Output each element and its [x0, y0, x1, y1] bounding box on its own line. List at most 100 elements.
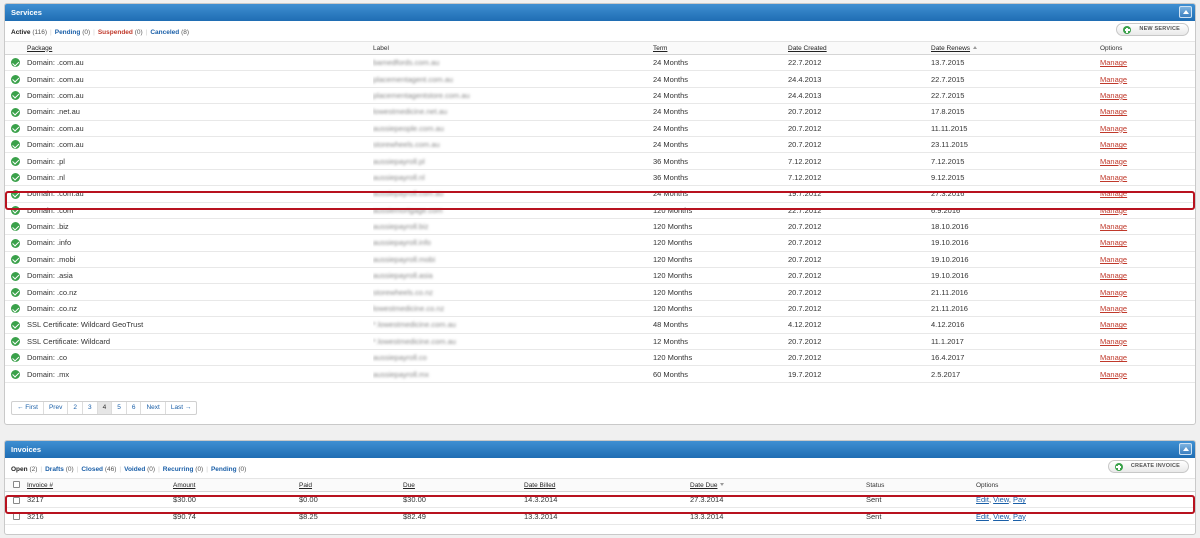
plus-icon — [1123, 26, 1132, 34]
column-date-due[interactable]: Date Due — [690, 478, 866, 492]
filter-open[interactable]: Open (2) — [11, 466, 37, 473]
manage-link[interactable]: Manage — [1100, 238, 1127, 247]
manage-link[interactable]: Manage — [1100, 288, 1127, 297]
service-row[interactable]: SSL Certificate: Wildcard GeoTrust *.lowe… — [5, 316, 1195, 334]
manage-link[interactable]: Manage — [1100, 58, 1127, 67]
page-link[interactable]: ← First — [12, 402, 44, 414]
services-table: Package Label Term Date Created Date Ren… — [5, 41, 1195, 383]
invoices-collapse-icon[interactable] — [1179, 443, 1192, 455]
manage-link[interactable]: Manage — [1100, 173, 1127, 182]
service-row[interactable]: Domain: .com.au storewheels.com.au 24 Mont… — [5, 136, 1195, 154]
page-link[interactable]: Next — [141, 402, 166, 414]
manage-link[interactable]: Manage — [1100, 189, 1127, 198]
column-date-created[interactable]: Date Created — [788, 41, 931, 55]
manage-link[interactable]: Manage — [1100, 157, 1127, 166]
row-checkbox[interactable] — [5, 491, 27, 509]
new-service-button[interactable]: NEW SERVICE — [1116, 23, 1189, 36]
view-link[interactable]: View — [993, 495, 1009, 504]
column-package[interactable]: Package — [27, 41, 373, 55]
row-checkbox[interactable] — [5, 507, 27, 525]
manage-link[interactable]: Manage — [1100, 370, 1127, 379]
service-row[interactable]: Domain: .info aussiepayroll.info 120 Month… — [5, 234, 1195, 252]
services-collapse-icon[interactable] — [1179, 6, 1192, 18]
page-link[interactable]: Prev — [44, 402, 69, 414]
column-invoice-number[interactable]: Invoice # — [27, 478, 173, 492]
service-row[interactable]: Domain: .co aussiepayroll.co 120 Months 20.… — [5, 349, 1195, 367]
manage-link[interactable]: Manage — [1100, 337, 1127, 346]
select-all-checkbox[interactable] — [5, 478, 27, 492]
sort-descending-icon — [720, 483, 725, 487]
filter-active[interactable]: Active (116) — [11, 29, 47, 36]
invoice-row[interactable]: 3216 $90.74 $8.25 $82.49 13.3.2014 13.3.2014 S… — [5, 507, 1195, 525]
service-row[interactable]: Domain: .pl aussiepayroll.pl 36 Months 7.12… — [5, 152, 1195, 170]
service-row[interactable]: Domain: .com.au aussiepeople.com.au 24 Mon… — [5, 120, 1195, 137]
manage-link[interactable]: Manage — [1100, 91, 1127, 100]
column-date-billed[interactable]: Date Billed — [524, 478, 690, 492]
manage-link[interactable]: Manage — [1100, 124, 1127, 133]
filter-separator: | — [76, 466, 79, 473]
manage-link[interactable]: Manage — [1100, 320, 1127, 329]
service-row[interactable]: Domain: .com.au bamedfords.com.au 24 Month… — [5, 54, 1195, 72]
invoices-panel: Invoices Open (2) | Drafts (0) | Closed (46)… — [4, 440, 1196, 535]
pay-link[interactable]: Pay — [1013, 512, 1026, 521]
column-paid[interactable]: Paid — [299, 478, 403, 492]
edit-link[interactable]: Edit — [976, 512, 989, 521]
create-invoice-button[interactable]: CREATE INVOICE — [1107, 460, 1189, 473]
service-date-created: 19.7.2012 — [788, 185, 931, 203]
page-link[interactable]: 6 — [127, 402, 142, 414]
page-link[interactable]: 3 — [83, 402, 98, 414]
manage-link[interactable]: Manage — [1100, 107, 1127, 116]
page-link[interactable]: 2 — [68, 402, 83, 414]
manage-link[interactable]: Manage — [1100, 304, 1127, 313]
service-row[interactable]: Domain: .co.nz lowestmedicine.co.nz 120 Mo… — [5, 300, 1195, 318]
column-term[interactable]: Term — [653, 41, 788, 55]
service-row[interactable]: SSL Certificate: Wildcard *.lowestmedicin… — [5, 333, 1195, 351]
manage-link[interactable]: Manage — [1100, 206, 1127, 215]
filter-separator: | — [40, 466, 43, 473]
page-link[interactable]: 4 — [97, 402, 113, 414]
filter-canceled[interactable]: Canceled (8) — [150, 29, 189, 36]
filter-pending[interactable]: Pending (0) — [55, 29, 90, 36]
manage-link[interactable]: Manage — [1100, 222, 1127, 231]
service-row[interactable]: Domain: .biz aussiepayroll.biz 120 Months 2… — [5, 218, 1195, 236]
service-row[interactable]: Domain: .co.nz storewheels.co.nz 120 Month… — [5, 283, 1195, 301]
view-link[interactable]: View — [993, 512, 1009, 521]
filter-suspended[interactable]: Suspended (0) — [98, 29, 143, 36]
service-date-renews: 16.4.2017 — [931, 349, 1100, 367]
manage-link[interactable]: Manage — [1100, 353, 1127, 362]
filter-drafts[interactable]: Drafts (0) — [45, 466, 74, 473]
manage-link[interactable]: Manage — [1100, 255, 1127, 264]
manage-link[interactable]: Manage — [1100, 75, 1127, 84]
service-row[interactable]: Domain: .com.au aussiepayroll.com.au 24 Mo… — [5, 185, 1195, 203]
column-date-renews[interactable]: Date Renews — [931, 41, 1100, 55]
edit-link[interactable]: Edit — [976, 495, 989, 504]
service-row[interactable]: Domain: .nl aussiepayroll.nl 36 Months 7.12… — [5, 169, 1195, 187]
column-due[interactable]: Due — [403, 478, 524, 492]
service-row[interactable]: Domain: .net.au lowestmedicine.net.au 24 M… — [5, 103, 1195, 121]
column-amount[interactable]: Amount — [173, 478, 299, 492]
service-row[interactable]: Domain: .mx aussiepayroll.mx 60 Months 19.7… — [5, 365, 1195, 383]
filter-closed[interactable]: Closed (46) — [81, 466, 116, 473]
service-row[interactable]: Domain: .mobi aussiepayroll.mobi 120 Month… — [5, 251, 1195, 269]
pay-link[interactable]: Pay — [1013, 495, 1026, 504]
manage-link[interactable]: Manage — [1100, 140, 1127, 149]
page-link[interactable]: Last → — [166, 402, 197, 414]
filter-recurring[interactable]: Recurring (0) — [163, 466, 203, 473]
page-link[interactable]: 5 — [112, 402, 127, 414]
service-package: Domain: .com.au — [27, 136, 373, 154]
active-check-icon — [11, 58, 20, 68]
filter-voided[interactable]: Voided (0) — [124, 466, 155, 473]
filter-pending[interactable]: Pending (0) — [211, 466, 246, 473]
service-row[interactable]: Domain: .asia aussiepayroll.asia 120 Month… — [5, 267, 1195, 285]
service-row[interactable]: Domain: .com.au placementagentstore.com.a… — [5, 87, 1195, 105]
service-row[interactable]: Domain: .com aussiemortgage.com 120 Months… — [5, 202, 1195, 219]
service-date-renews: 17.8.2015 — [931, 103, 1100, 121]
invoice-row[interactable]: 3217 $30.00 $0.00 $30.00 14.3.2014 27.3.2014 S… — [5, 491, 1195, 509]
new-service-label: NEW SERVICE — [1139, 26, 1180, 32]
manage-link[interactable]: Manage — [1100, 271, 1127, 280]
service-row[interactable]: Domain: .com.au placementagent.com.au 24 M… — [5, 70, 1195, 88]
service-term: 24 Months — [653, 185, 788, 203]
filter-separator: | — [119, 466, 122, 473]
service-term: 120 Months — [653, 349, 788, 367]
service-term: 120 Months — [653, 300, 788, 318]
